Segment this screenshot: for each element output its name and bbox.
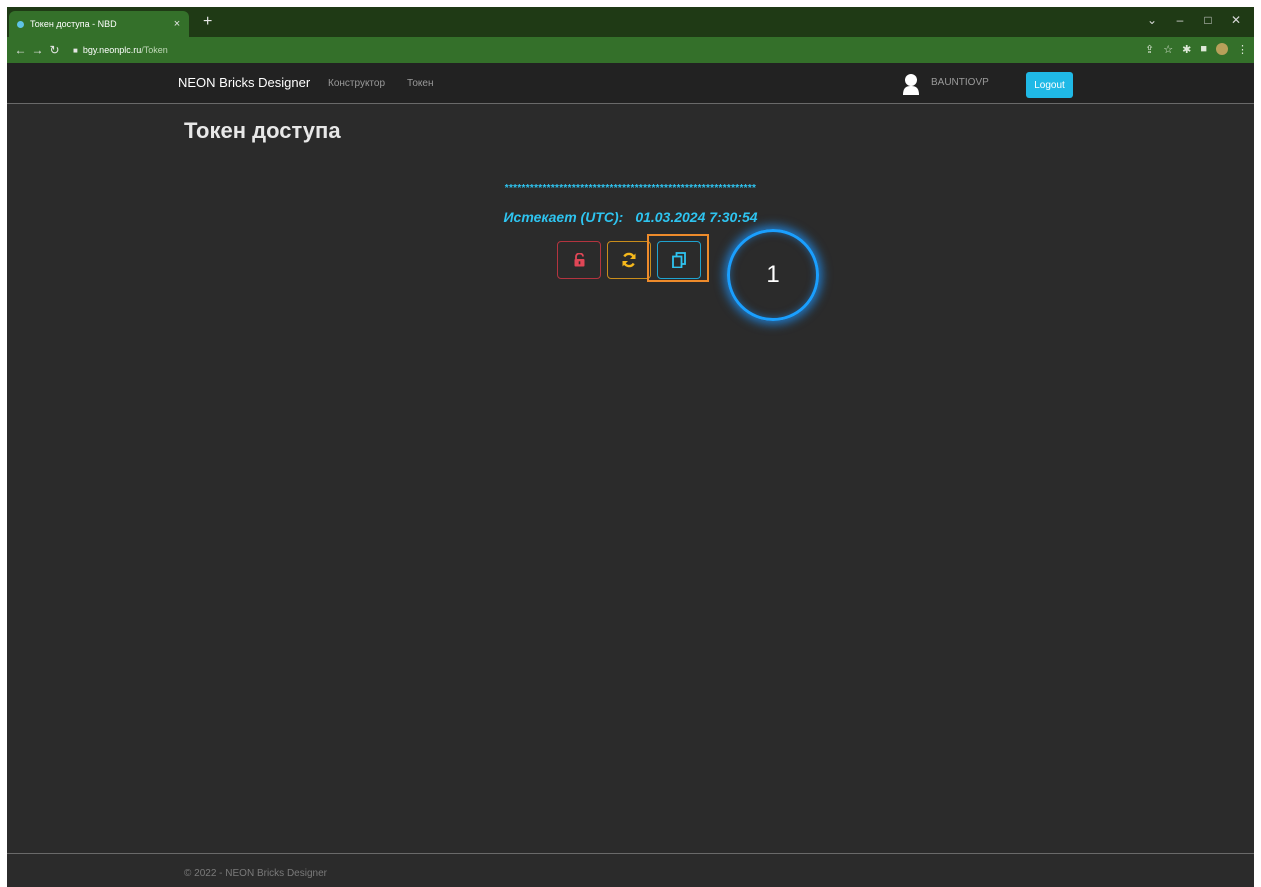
tab-search-icon[interactable]: ⌄ <box>1138 11 1166 29</box>
favicon-icon <box>17 20 24 28</box>
nav-link-constructor[interactable]: Конструктор <box>328 78 385 89</box>
share-icon[interactable]: ⇪ <box>1145 43 1154 56</box>
window-controls: ⌄ – □ ✕ <box>1138 11 1250 29</box>
maximize-button[interactable]: □ <box>1194 11 1222 29</box>
url-field[interactable]: bgy.neonplc.ru/Token <box>83 45 168 55</box>
back-arrow-icon[interactable]: ← <box>12 43 29 57</box>
reload-icon[interactable]: ↻ <box>46 43 63 57</box>
browser-tab[interactable]: Токен доступа - NBD × <box>9 11 189 37</box>
refresh-icon <box>622 252 636 268</box>
expiry-label: Истекает (UTC): <box>503 209 624 225</box>
extensions-puzzle-icon[interactable]: ✱ <box>1182 43 1191 56</box>
bookmark-star-icon[interactable]: ☆ <box>1163 43 1173 56</box>
side-panel-icon[interactable]: ■ <box>1200 43 1207 56</box>
browser-window: Токен доступа - NBD × + ⌄ – □ ✕ ← → ↻ ■ … <box>7 7 1254 887</box>
brand-link[interactable]: NEON Bricks Designer <box>178 75 310 90</box>
close-window-button[interactable]: ✕ <box>1222 11 1250 29</box>
profile-avatar-icon[interactable] <box>1216 43 1228 55</box>
tab-strip: Токен доступа - NBD × + ⌄ – □ ✕ <box>7 7 1254 37</box>
unlock-icon <box>574 253 584 267</box>
tab-close-icon[interactable]: × <box>169 18 185 30</box>
url-host: bgy.neonplc.ru <box>82 45 142 55</box>
url-path: /Token <box>141 45 168 55</box>
tab-title: Токен доступа - NBD <box>30 19 117 29</box>
browser-toolbar: ⇪ ☆ ✱ ■ ⋮ <box>1145 43 1248 56</box>
page-footer: © 2022 - NEON Bricks Designer <box>7 853 1254 887</box>
new-tab-button[interactable]: + <box>203 11 212 33</box>
copy-token-button[interactable] <box>657 241 701 279</box>
page-title: Токен доступа <box>184 118 341 143</box>
copy-icon <box>672 252 686 268</box>
refresh-token-button[interactable] <box>607 241 651 279</box>
user-icon <box>903 74 919 95</box>
nav-link-token[interactable]: Токен <box>407 78 433 89</box>
browser-menu-icon[interactable]: ⋮ <box>1237 43 1248 56</box>
step-callout: 1 <box>727 229 819 321</box>
address-bar: ← → ↻ ■ bgy.neonplc.ru/Token ⇪ ☆ ✱ ■ ⋮ <box>7 37 1254 63</box>
show-token-button[interactable] <box>557 241 601 279</box>
footer-copyright: © 2022 - NEON Bricks Designer <box>184 868 327 879</box>
minimize-button[interactable]: – <box>1166 11 1194 29</box>
token-expiry: Истекает (UTC): 01.03.2024 7:30:54 <box>7 209 1254 225</box>
lock-icon[interactable]: ■ <box>73 46 78 55</box>
username[interactable]: BAUNTIOVP <box>931 77 989 88</box>
site-navbar: NEON Bricks Designer Конструктор Токен B… <box>7 63 1254 104</box>
token-value: ****************************************… <box>504 183 757 194</box>
logout-button[interactable]: Logout <box>1026 72 1073 98</box>
expiry-value: 01.03.2024 7:30:54 <box>635 209 758 225</box>
forward-arrow-icon[interactable]: → <box>29 43 46 57</box>
